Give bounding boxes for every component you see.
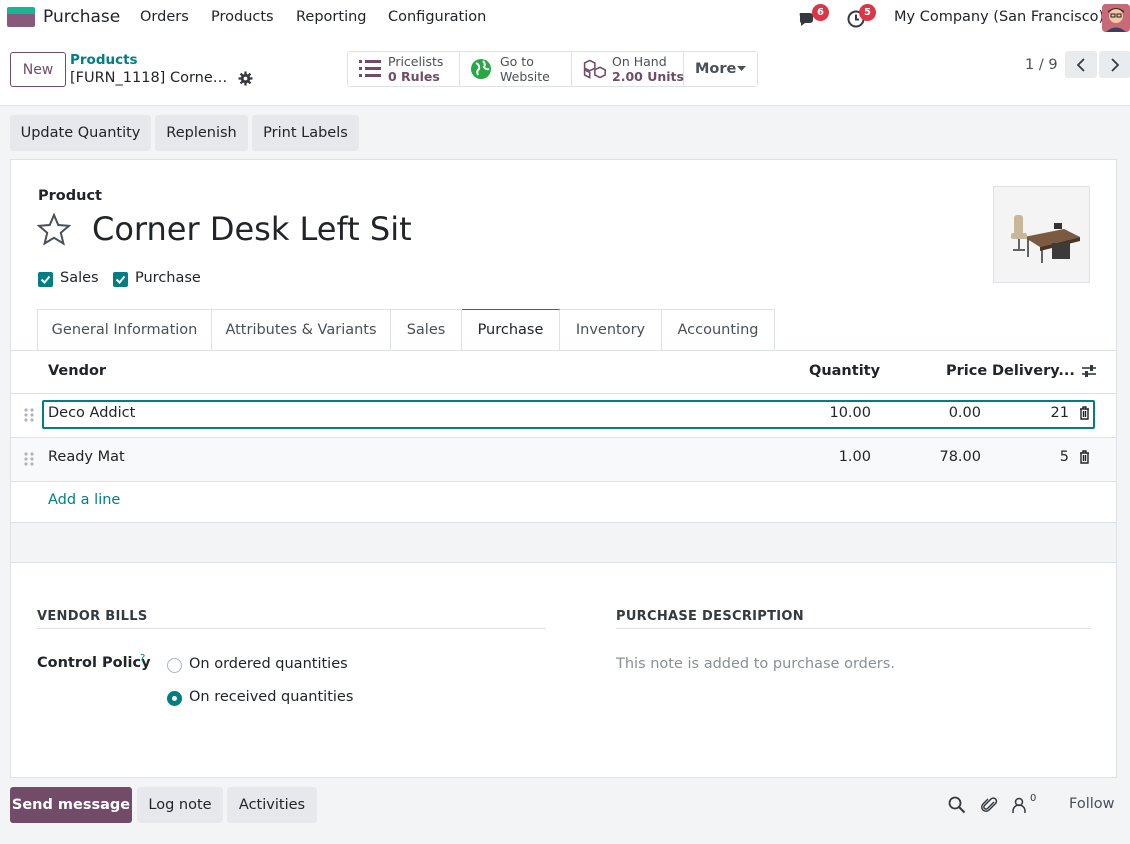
purchase-description-input[interactable]: This note is added to purchase orders. <box>616 656 895 672</box>
column-header-price[interactable]: Price <box>946 363 987 379</box>
chevron-left-icon <box>1077 57 1085 72</box>
vendor-bills-heading: VENDOR BILLS <box>37 609 148 624</box>
activities-button[interactable]: Activities <box>227 787 317 823</box>
drag-handle-icon[interactable] <box>24 452 34 466</box>
search-icon[interactable] <box>948 796 966 814</box>
section-divider <box>37 628 546 629</box>
pager-value[interactable]: 1 / 9 <box>1025 57 1058 73</box>
tab-general-information[interactable]: General Information <box>37 309 212 351</box>
chevron-right-icon <box>1111 57 1119 72</box>
pricelists-smart-button[interactable]: Pricelists 0 Rules <box>348 52 460 86</box>
column-header-quantity[interactable]: Quantity <box>809 363 880 379</box>
product-name-field[interactable]: Corner Desk Left Sit <box>92 210 412 248</box>
list-icon <box>359 60 381 77</box>
radio-received-quantities[interactable] <box>167 691 182 706</box>
table-footer-band <box>11 522 1116 563</box>
form-sheet: Product Corner Desk Left Sit Sales Purch… <box>10 159 1117 778</box>
more-label: More <box>695 61 737 77</box>
tab-inventory[interactable]: Inventory <box>560 309 662 351</box>
help-tooltip-icon[interactable]: ? <box>140 653 145 664</box>
replenish-button[interactable]: Replenish <box>155 115 248 151</box>
column-header-delivery[interactable]: Delivery... <box>992 363 1075 379</box>
tab-sales[interactable]: Sales <box>391 309 462 351</box>
tabs-divider <box>11 350 1116 351</box>
pager-previous-button[interactable] <box>1065 51 1097 78</box>
sales-checkbox[interactable] <box>38 272 53 287</box>
send-message-button[interactable]: Send message <box>10 787 132 823</box>
follow-button[interactable]: Follow <box>1069 796 1114 812</box>
quantity-cell[interactable]: 1.00 <box>771 449 871 465</box>
price-cell[interactable]: 0.00 <box>881 405 981 421</box>
gear-icon[interactable] <box>238 71 253 86</box>
check-icon <box>115 275 126 284</box>
trash-icon[interactable] <box>1078 450 1091 464</box>
control-panel: New Products [FURN_1118] Corner Desk Lef… <box>0 36 1130 106</box>
control-policy-label: Control Policy <box>37 655 151 671</box>
trash-icon[interactable] <box>1078 406 1091 420</box>
radio-ordered-quantities[interactable] <box>167 658 182 673</box>
menu-orders[interactable]: Orders <box>140 9 189 25</box>
menu-configuration[interactable]: Configuration <box>388 9 486 25</box>
user-avatar[interactable] <box>1102 4 1130 32</box>
company-switcher[interactable]: My Company (San Francisco) <box>894 9 1104 25</box>
tab-purchase[interactable]: Purchase <box>462 309 560 351</box>
apps-menu-icon[interactable] <box>7 7 35 27</box>
on-hand-label: On Hand <box>612 54 667 69</box>
product-image[interactable] <box>993 186 1090 283</box>
print-labels-button[interactable]: Print Labels <box>252 115 359 151</box>
website-label-line2: Website <box>500 69 550 84</box>
radio-label-ordered[interactable]: On ordered quantities <box>189 656 348 672</box>
purchase-checkbox-label[interactable]: Purchase <box>135 270 201 286</box>
pricelists-value: 0 Rules <box>388 69 440 84</box>
smart-buttons: Pricelists 0 Rules Go to Website On Hand… <box>347 51 758 87</box>
update-quantity-button[interactable]: Update Quantity <box>10 115 151 151</box>
delivery-cell[interactable]: 5 <box>969 449 1069 465</box>
app-name[interactable]: Purchase <box>43 7 120 27</box>
product-field-label: Product <box>38 188 102 204</box>
purchase-description-heading: PURCHASE DESCRIPTION <box>616 609 804 624</box>
breadcrumb-current-record: [FURN_1118] Corner Desk Left Sit <box>70 70 230 86</box>
vendor-cell[interactable]: Ready Mat <box>48 449 125 465</box>
notebook-tabs: General Information Attributes & Variant… <box>37 309 775 351</box>
quantity-cell[interactable]: 10.00 <box>771 405 871 421</box>
globe-icon <box>471 59 491 79</box>
activities-badge: 5 <box>859 4 876 21</box>
purchase-checkbox[interactable] <box>113 272 128 287</box>
check-icon <box>40 275 51 284</box>
delivery-cell[interactable]: 21 <box>969 405 1069 421</box>
section-divider <box>616 628 1091 629</box>
breadcrumb-products[interactable]: Products <box>70 52 138 68</box>
messages-badge: 6 <box>812 4 829 21</box>
tab-accounting[interactable]: Accounting <box>662 309 775 351</box>
followers-icon[interactable] <box>1011 796 1029 814</box>
pricelists-label: Pricelists <box>388 54 444 69</box>
add-line-link[interactable]: Add a line <box>48 492 120 508</box>
on-hand-smart-button[interactable]: On Hand 2.00 Units <box>572 52 684 86</box>
new-button[interactable]: New <box>10 52 66 87</box>
website-smart-button[interactable]: Go to Website <box>460 52 572 86</box>
radio-label-received[interactable]: On received quantities <box>189 689 353 705</box>
cubes-icon <box>583 59 606 79</box>
more-dropdown[interactable]: More <box>684 52 757 86</box>
website-label-line1: Go to <box>500 54 534 69</box>
followers-count: 0 <box>1030 793 1037 804</box>
favorite-star-icon[interactable] <box>37 213 71 247</box>
optional-columns-icon[interactable] <box>1081 363 1097 379</box>
caret-down-icon <box>737 66 746 71</box>
log-note-button[interactable]: Log note <box>137 787 223 823</box>
menu-products[interactable]: Products <box>211 9 274 25</box>
on-hand-value: 2.00 Units <box>612 69 684 84</box>
column-header-vendor[interactable]: Vendor <box>48 363 106 379</box>
paperclip-icon[interactable] <box>981 796 999 814</box>
price-cell[interactable]: 78.00 <box>881 449 981 465</box>
vendor-cell[interactable]: Deco Addict <box>48 405 135 421</box>
drag-handle-icon[interactable] <box>24 408 34 422</box>
menu-reporting[interactable]: Reporting <box>296 9 367 25</box>
pager-next-button[interactable] <box>1099 51 1130 78</box>
row-divider <box>11 481 1116 482</box>
sales-checkbox-label[interactable]: Sales <box>60 270 99 286</box>
tab-attributes-variants[interactable]: Attributes & Variants <box>212 309 391 351</box>
top-navbar: Purchase Orders Products Reporting Confi… <box>0 0 1130 36</box>
